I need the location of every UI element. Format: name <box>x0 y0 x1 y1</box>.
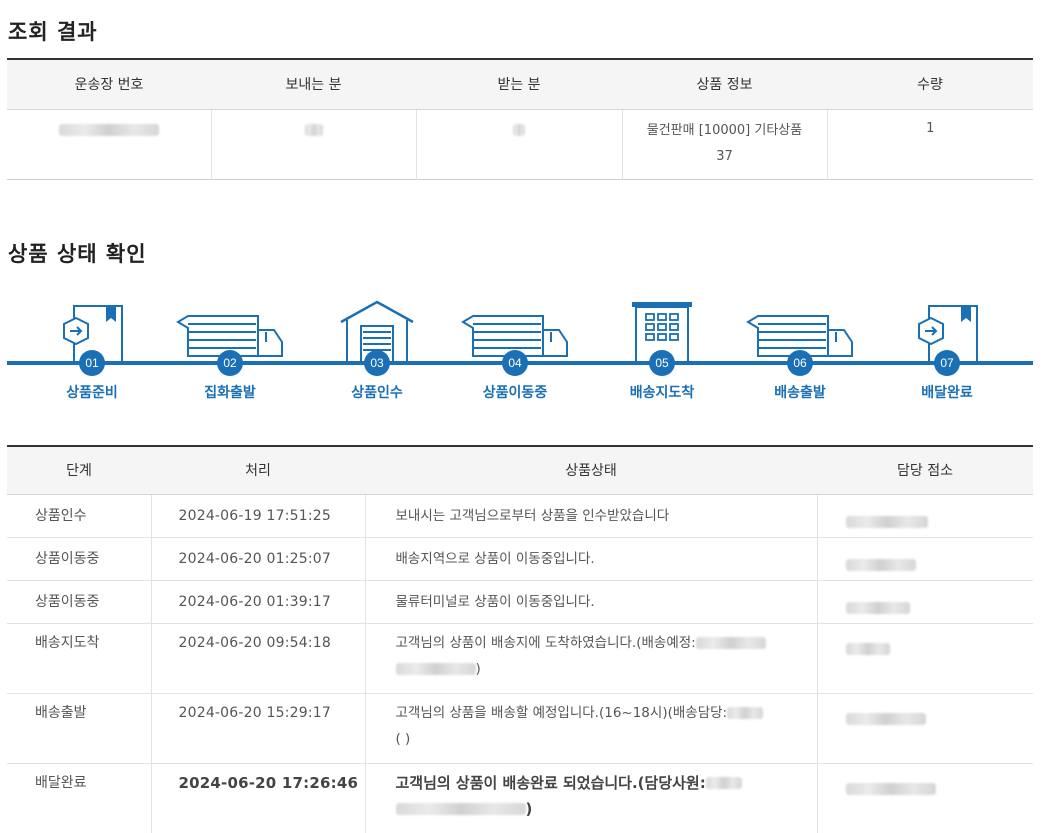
row-office <box>816 580 1033 624</box>
row-stage: 상품이동중 <box>7 580 151 624</box>
step-label-1: 상품준비 <box>66 385 118 401</box>
history-header-row: 단계 처리 상품상태 담당 점소 <box>7 446 1033 495</box>
product-info-line2: 37 <box>716 149 733 164</box>
row-stage: 배달완료 <box>35 774 87 791</box>
table-row: 상품이동중 2024-06-20 01:39:17 물류터미널로 상품이 이동중… <box>7 580 1033 624</box>
row-time: 2024-06-20 01:25:07 <box>150 537 365 581</box>
redacted-staff <box>705 777 742 789</box>
row-office <box>816 693 1033 764</box>
table-row: 상품인수 2024-06-19 17:51:25 보내시는 고객님으로부터 상품… <box>7 494 1033 538</box>
step-1: 01 상품준비 <box>32 300 152 401</box>
header-office: 담당 점소 <box>817 446 1033 495</box>
step-5: 05 배송지도착 <box>602 300 722 401</box>
tracking-number-value <box>7 109 211 179</box>
step-7: 07 배달완료 <box>887 300 1007 401</box>
step-label-6: 배송출발 <box>774 385 826 401</box>
step-badge-7: 07 <box>934 350 960 376</box>
row-desc-line2: ( ) <box>395 730 411 747</box>
history-table: 단계 처리 상품상태 담당 점소 상품인수 2024-06-19 17:51:2… <box>7 445 1033 833</box>
step-badge-4: 04 <box>502 350 528 376</box>
step-label-3: 상품인수 <box>351 385 403 401</box>
step-badge-3: 03 <box>364 350 390 376</box>
row-time: 2024-06-19 17:51:25 <box>150 494 365 538</box>
row-desc: 보내시는 고객님으로부터 상품을 인수받았습니다 <box>364 494 817 538</box>
table-row: 배달완료 2024-06-20 17:26:46 고객님의 상품이 배송완료 되… <box>7 763 1033 833</box>
row-office <box>816 623 1033 694</box>
row-office <box>816 537 1033 581</box>
row-office <box>816 763 1033 833</box>
row-office <box>816 494 1033 538</box>
step-badge-5: 05 <box>649 350 675 376</box>
step-4: 04 상품이동중 <box>455 300 575 401</box>
table-row: 배송지도착 2024-06-20 09:54:18 고객님의 상품이 배송지에 … <box>7 623 1033 694</box>
row-stage: 배송출발 <box>7 693 151 764</box>
header-quantity: 수량 <box>827 59 1033 110</box>
row-time: 2024-06-20 15:29:17 <box>150 693 365 764</box>
step-label-5: 배송지도착 <box>629 385 695 401</box>
redacted-tracking-number <box>58 124 159 136</box>
step-badge-2: 02 <box>217 350 243 376</box>
step-2: 02 집화출발 <box>170 300 290 401</box>
row-desc: 고객님의 상품을 배송할 예정입니다.(16~18시)(배송담당: ( ) <box>364 693 817 764</box>
row-desc: 배송지역으로 상품이 이동중입니다. <box>364 537 817 581</box>
redacted-courier <box>727 706 764 719</box>
header-stage: 단계 <box>7 446 151 495</box>
header-processed-time: 처리 <box>151 446 365 495</box>
table-row: 배송출발 2024-06-20 15:29:17 고객님의 상품을 배송할 예정… <box>7 693 1033 764</box>
step-badge-1: 01 <box>79 350 105 376</box>
row-desc-line1: 고객님의 상품이 배송완료 되었습니다.(담당사원: <box>395 773 706 792</box>
result-table: 운송장 번호 보내는 분 받는 분 상품 정보 수량 물건판매 [10000] … <box>7 58 1033 180</box>
row-desc: 고객님의 상품이 배송완료 되었습니다.(담당사원: ) <box>364 763 817 833</box>
redacted-sender <box>304 124 323 136</box>
header-receiver: 받는 분 <box>416 59 622 110</box>
row-desc-line2: ) <box>475 660 481 677</box>
row-stage: 상품이동중 <box>7 537 151 581</box>
table-row: 상품이동중 2024-06-20 01:25:07 배송지역으로 상품이 이동중… <box>7 537 1033 581</box>
row-stage: 배송지도착 <box>7 623 151 694</box>
header-sender: 보내는 분 <box>211 59 416 110</box>
row-desc-line1: 고객님의 상품이 배송지에 도착하였습니다.(배송예정: <box>395 634 696 651</box>
step-badge-6: 06 <box>787 350 813 376</box>
status-title: 상품 상태 확인 <box>8 242 147 266</box>
step-6: 06 배송출발 <box>740 300 860 401</box>
row-time: 2024-06-20 09:54:18 <box>150 623 365 694</box>
header-tracking-number: 운송장 번호 <box>7 59 211 110</box>
redacted-office <box>845 515 928 528</box>
product-info-value: 물건판매 [10000] 기타상품 37 <box>621 109 827 179</box>
product-info-line1: 물건판매 [10000] 기타상품 <box>646 123 803 138</box>
row-desc-line2: ) <box>525 799 533 818</box>
row-desc: 고객님의 상품이 배송지에 도착하였습니다.(배송예정: ) <box>364 623 817 694</box>
step-label-7: 배달완료 <box>921 385 973 401</box>
redacted-office <box>845 601 910 614</box>
redacted-schedule-cont <box>395 662 476 675</box>
sender-value <box>210 109 416 179</box>
quantity-value: 1 <box>826 109 1033 179</box>
result-header-row: 운송장 번호 보내는 분 받는 분 상품 정보 수량 <box>7 59 1033 110</box>
redacted-office <box>845 782 936 795</box>
row-time: 2024-06-20 17:26:46 <box>150 763 365 833</box>
row-time: 2024-06-20 01:39:17 <box>150 580 365 624</box>
step-3: 03 상품인수 <box>317 300 437 401</box>
redacted-office <box>845 558 916 571</box>
result-title: 조회 결과 <box>8 20 98 44</box>
redacted-office <box>845 712 926 725</box>
step-label-4: 상품이동중 <box>482 385 548 401</box>
redacted-receiver <box>513 124 525 136</box>
step-label-2: 집화출발 <box>204 385 256 401</box>
row-desc: 물류터미널로 상품이 이동중입니다. <box>364 580 817 624</box>
redacted-schedule <box>695 636 766 649</box>
redacted-office <box>845 642 890 655</box>
header-product-info: 상품 정보 <box>622 59 827 110</box>
header-product-status: 상품상태 <box>365 446 817 495</box>
row-desc-line1: 고객님의 상품을 배송할 예정입니다.(16~18시)(배송담당: <box>395 704 728 721</box>
result-row: 물건판매 [10000] 기타상품 37 1 <box>7 109 1033 179</box>
redacted-staff-cont <box>395 803 526 815</box>
row-stage: 상품인수 <box>7 494 151 538</box>
receiver-value <box>415 109 622 179</box>
